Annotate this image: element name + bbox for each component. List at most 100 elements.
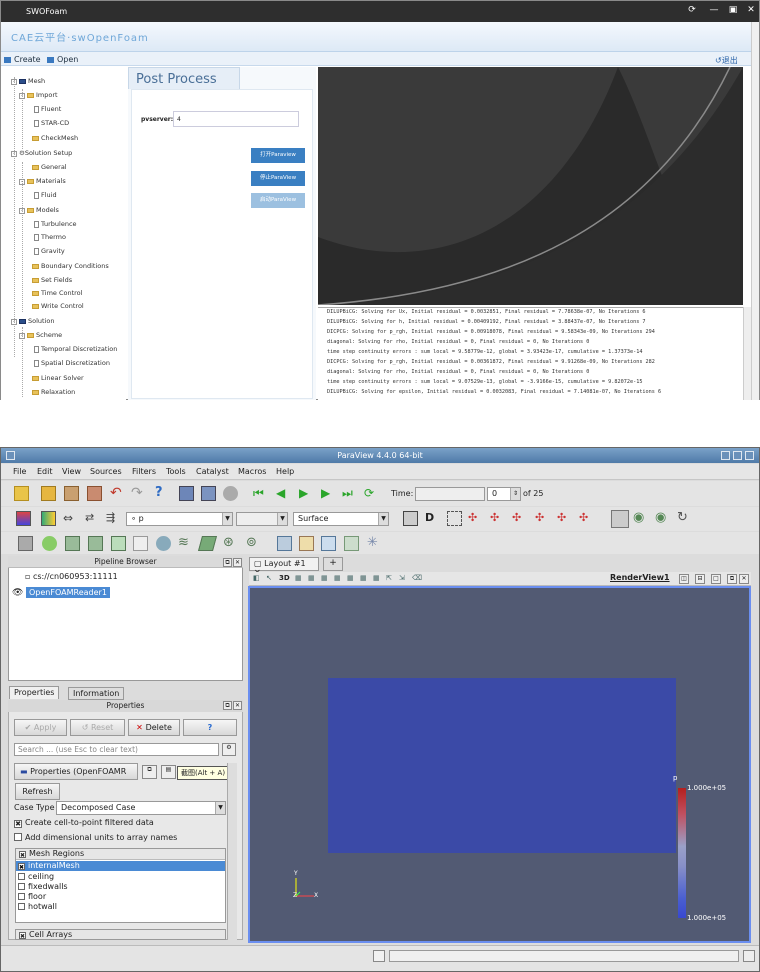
close-icon[interactable]: ✕ bbox=[746, 5, 756, 15]
collapse-icon[interactable]: - bbox=[11, 319, 17, 325]
split-vertical-icon[interactable]: ⊟ bbox=[695, 574, 705, 584]
cell-arrays-header[interactable]: ✖ Cell Arrays bbox=[15, 929, 226, 940]
tree-item-time-control[interactable]: Time Control bbox=[32, 289, 82, 297]
tree-item-gravity[interactable]: Gravity bbox=[34, 247, 65, 255]
zoom-box-icon[interactable] bbox=[447, 511, 462, 526]
rescale-custom-icon[interactable]: ⇄ bbox=[85, 511, 100, 526]
solver-log[interactable]: DILUPBiCG: Solving for Ux, Initial resid… bbox=[318, 307, 743, 400]
tree-item-materials[interactable]: - Materials bbox=[19, 177, 66, 185]
menu-tools[interactable]: Tools bbox=[166, 467, 186, 476]
undock-view-icon[interactable]: ⧉ bbox=[727, 574, 737, 584]
close-view-icon[interactable]: ✕ bbox=[739, 574, 749, 584]
start-paraview-button[interactable]: 启动ParaView bbox=[251, 193, 305, 208]
view-plus-z-icon[interactable]: ✣ bbox=[557, 511, 572, 526]
hover-points-icon[interactable]: ▦ bbox=[373, 574, 380, 582]
case-type-select[interactable]: Decomposed Case ▼ bbox=[56, 801, 226, 815]
select-cells-icon[interactable]: ▦ bbox=[308, 574, 315, 582]
tree-item-spatial[interactable]: Spatial Discretization bbox=[34, 359, 110, 367]
apply-button[interactable]: ✔ Apply bbox=[14, 719, 67, 736]
tree-item-solution[interactable]: - Solution bbox=[11, 317, 54, 325]
glyph-icon[interactable] bbox=[156, 536, 171, 551]
chevron-down-icon[interactable]: ▼ bbox=[277, 513, 287, 525]
chevron-down-icon[interactable]: ▼ bbox=[215, 802, 225, 814]
maximize-view-icon[interactable]: □ bbox=[711, 574, 721, 584]
slice-icon[interactable] bbox=[88, 536, 103, 551]
create-cell-to-point-option[interactable]: ✖ Create cell-to-point filtered data bbox=[14, 818, 154, 828]
menu-filters[interactable]: Filters bbox=[132, 467, 156, 476]
view-plus-y-icon[interactable]: ✣ bbox=[512, 511, 527, 526]
render-preview[interactable] bbox=[318, 67, 743, 305]
color-map-icon[interactable] bbox=[16, 511, 31, 526]
abort-button[interactable] bbox=[743, 950, 755, 962]
render-view[interactable]: p 1.000e+05 1.000e+05 Y X Z bbox=[248, 586, 751, 943]
region-item[interactable]: floor bbox=[18, 892, 46, 901]
split-view-icon[interactable]: ◧ bbox=[253, 574, 260, 582]
collapse-icon[interactable]: - bbox=[19, 333, 25, 339]
calculator-icon[interactable] bbox=[18, 536, 33, 551]
close-icon[interactable] bbox=[745, 451, 754, 460]
menu-view[interactable]: View bbox=[62, 467, 81, 476]
redo-icon[interactable]: ↷ bbox=[131, 486, 146, 501]
time-slider-field[interactable] bbox=[415, 487, 485, 501]
search-input[interactable]: Search ... (use Esc to clear text) bbox=[14, 743, 219, 756]
interactive-select-icon[interactable]: ▦ bbox=[360, 574, 367, 582]
reset-button[interactable]: ↺ Reset bbox=[70, 719, 125, 736]
connect-icon[interactable] bbox=[179, 486, 194, 501]
region-item[interactable]: fixedwalls bbox=[18, 882, 68, 891]
shrink-selection-icon[interactable]: ⇲ bbox=[399, 574, 405, 582]
previous-frame-icon[interactable]: ◀ bbox=[276, 486, 291, 501]
stop-paraview-button[interactable]: 停止ParaView bbox=[251, 171, 305, 186]
server-node[interactable]: ▫ cs://cn060953:11111 bbox=[25, 572, 118, 581]
maximize-icon[interactable]: ▣ bbox=[728, 5, 738, 15]
menu-file[interactable]: File bbox=[13, 467, 26, 476]
visibility-eye-icon[interactable]: 👁 bbox=[12, 588, 23, 598]
split-horizontal-icon[interactable]: ◫ bbox=[679, 574, 689, 584]
checkbox-checked-icon[interactable]: ✖ bbox=[14, 820, 22, 828]
close-icon[interactable]: ✕ bbox=[233, 701, 242, 710]
checkbox-icon[interactable] bbox=[18, 903, 25, 910]
tree-item-linear-solver[interactable]: Linear Solver bbox=[32, 374, 84, 382]
tree-item-set-fields[interactable]: Set Fields bbox=[32, 276, 72, 284]
dimensional-units-option[interactable]: Add dimensional units to array names bbox=[14, 833, 177, 842]
checkbox-icon[interactable] bbox=[18, 893, 25, 900]
group-datasets-icon[interactable]: ⊛ bbox=[223, 536, 238, 551]
tree-item-turbulence[interactable]: Turbulence bbox=[34, 220, 77, 228]
chevron-down-icon[interactable]: ▼ bbox=[378, 513, 388, 525]
tree-item-temporal[interactable]: Temporal Discretization bbox=[34, 345, 117, 353]
clip-icon[interactable] bbox=[65, 536, 80, 551]
undo-icon[interactable]: ↶ bbox=[110, 486, 125, 501]
component-select[interactable]: ▼ bbox=[236, 512, 288, 526]
properties-scrollbar[interactable] bbox=[227, 763, 237, 940]
find-data-icon[interactable] bbox=[277, 536, 292, 551]
rescale-temporal-icon[interactable]: ⇶ bbox=[106, 511, 121, 526]
tree-item-relaxation[interactable]: Relaxation bbox=[32, 388, 75, 396]
last-frame-icon[interactable]: ⏭ bbox=[342, 486, 357, 501]
extract-subset-icon[interactable] bbox=[133, 536, 148, 551]
checkbox-icon[interactable] bbox=[18, 873, 25, 880]
open-button[interactable]: Open bbox=[47, 55, 78, 64]
post-process-tab[interactable]: Post Process bbox=[128, 67, 240, 89]
threshold-icon[interactable] bbox=[111, 536, 126, 551]
create-button[interactable]: Create bbox=[4, 55, 41, 64]
toggle-3d-button[interactable]: 3D bbox=[279, 574, 290, 582]
tab-properties[interactable]: Properties bbox=[9, 686, 60, 699]
pvserver-input[interactable]: 4 bbox=[173, 111, 299, 127]
interaction-mode-icon[interactable]: ▦ bbox=[295, 574, 302, 582]
checkbox-icon[interactable] bbox=[14, 833, 22, 841]
reset-camera-icon[interactable] bbox=[403, 511, 418, 526]
zoom-data-icon[interactable]: D bbox=[425, 511, 440, 526]
tree-item-boundary-conditions[interactable]: Boundary Conditions bbox=[32, 262, 109, 270]
checkbox-icon[interactable] bbox=[18, 883, 25, 890]
tab-layout-1[interactable]: ▢ Layout #1 ✕ bbox=[249, 557, 319, 577]
tab-information[interactable]: Information bbox=[68, 687, 125, 700]
first-frame-icon[interactable]: ⏮ bbox=[253, 486, 268, 501]
tree-item-import[interactable]: - Import bbox=[19, 91, 58, 99]
rescale-range-icon[interactable]: ⇔ bbox=[63, 511, 78, 526]
properties-section-button[interactable]: ▬ Properties (OpenFOAMR bbox=[14, 763, 138, 780]
recent-files-icon[interactable] bbox=[41, 486, 56, 501]
loop-icon[interactable]: ⟳ bbox=[364, 486, 379, 501]
app-menu-icon[interactable] bbox=[6, 451, 15, 460]
logout-button[interactable]: ↺退出 bbox=[715, 55, 738, 66]
page-scrollbar[interactable] bbox=[751, 22, 759, 400]
plot-data-icon[interactable] bbox=[299, 536, 314, 551]
